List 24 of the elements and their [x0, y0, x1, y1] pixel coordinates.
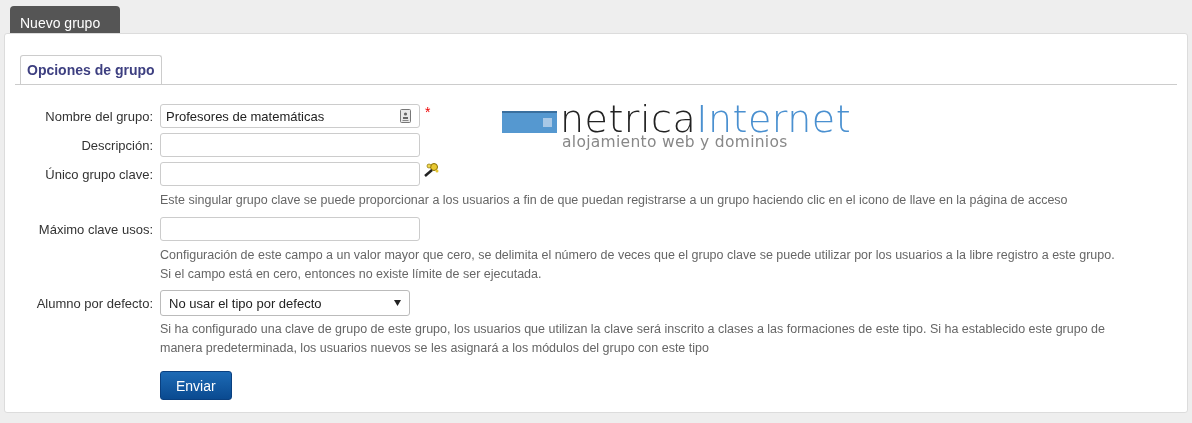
tab[interactable]: Opciones de grupo: [20, 55, 162, 84]
help-text: Si el campo está en cero, entonces no existe límite de ser ejecutada.: [160, 266, 543, 283]
required-asterisk: *: [425, 104, 431, 120]
input-field[interactable]: [160, 133, 420, 157]
help-text: Configuración de este campo a un valor mayor que cero, se delimita el número de veces que el grupo clave se puede utilizar por los usuarios a la libre registro a este grupo.: [160, 247, 1116, 264]
field-label: Nombre del grupo:: [44, 108, 153, 124]
input-field[interactable]: Profesores de matemáticas: [160, 104, 420, 128]
logo-wordmark: netrica Internet: [560, 102, 852, 136]
contact-card-icon: [400, 109, 411, 123]
submit-button[interactable]: Enviar: [160, 371, 232, 400]
help-text: Si ha configurado una clave de grupo de este grupo, los usuarios que utilizan la clave será inscrito a clases a las formaciones de este tipo. Si ha establecido este grupo de manera predeterminada, los usuarios nuevos se les asignará a los módulos del grupo con este tipo: [160, 321, 1106, 357]
logo-bar-icon: [502, 111, 557, 133]
field-label: Único grupo clave:: [44, 166, 153, 182]
field-label: Descripción:: [80, 137, 153, 153]
logo-tagline: alojamiento web y dominios: [562, 133, 789, 151]
dropdown[interactable]: No usar el tipo por defecto: [160, 290, 410, 316]
key-icon: [423, 162, 440, 178]
input-field[interactable]: [160, 217, 420, 241]
field-label: Alumno por defecto:: [35, 295, 153, 311]
help-text: Este singular grupo clave se puede proporcionar a los usuarios a fin de que puedan registrarse a un grupo haciendo clic en el icono de llave en la página de acceso: [160, 192, 1069, 209]
caret-icon: [394, 300, 401, 306]
tab[interactable]: Nuevo grupo: [10, 6, 120, 33]
field-label: Máximo clave usos:: [37, 221, 153, 237]
input-field[interactable]: [160, 162, 420, 186]
